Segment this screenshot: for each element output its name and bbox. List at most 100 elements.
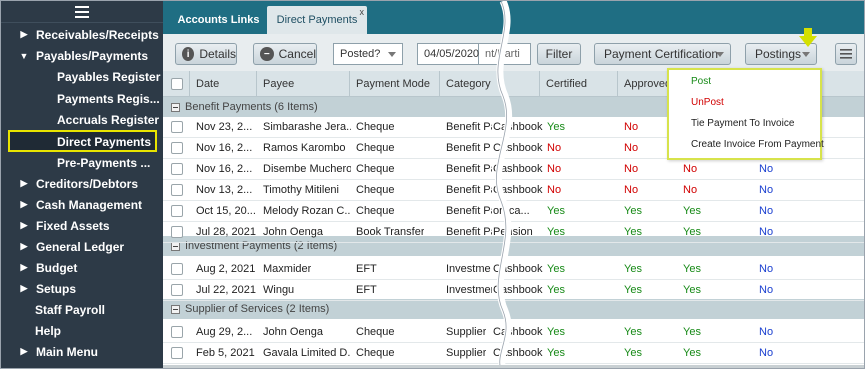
select-all-checkbox[interactable]	[171, 78, 183, 90]
collapse-icon[interactable]	[171, 102, 180, 112]
sidebar-item-accruals-register[interactable]: Accruals Register	[1, 109, 159, 130]
cell-date: Oct 15, 20...	[196, 205, 256, 217]
posted-select[interactable]: Posted?	[333, 43, 403, 65]
row-checkbox[interactable]	[171, 326, 183, 338]
filter-button[interactable]: Filter	[537, 43, 581, 65]
cell-status-4: No	[759, 284, 774, 296]
cell-approved: Yes	[624, 284, 642, 296]
tab-direct-payments[interactable]: Direct Payments x	[267, 6, 367, 34]
cell-payment-mode: Book Transfer	[356, 226, 425, 238]
row-checkbox[interactable]	[171, 163, 183, 175]
cell-certified: Yes	[547, 121, 565, 133]
minus-circle-icon: −	[260, 47, 274, 61]
payment-certification-label: Payment Certification	[604, 47, 719, 61]
cell-status-3: Yes	[683, 326, 701, 338]
column-header-payment-mode[interactable]: Payment Mode	[349, 71, 439, 97]
column-header-payee[interactable]: Payee	[256, 71, 349, 97]
cell-certified: Yes	[547, 205, 565, 217]
sidebar-item-payments-register[interactable]: Payments Regis...	[1, 88, 160, 109]
cell-status-3: Yes	[683, 205, 701, 217]
column-header-certified[interactable]: Certified	[539, 71, 617, 97]
cell-status-3: Yes	[683, 347, 701, 359]
sidebar-item-label: Cash Management	[36, 197, 143, 212]
caret-right-icon: ▶	[20, 241, 28, 251]
cell-date: Nov 13, 2...	[196, 184, 253, 196]
sidebar-item-receivables[interactable]: ▶ Receivables/Receipts	[1, 24, 159, 45]
row-checkbox[interactable]	[171, 284, 183, 296]
cell-date: Nov 23, 2...	[196, 121, 253, 133]
sidebar-item-budget[interactable]: ▶ Budget	[1, 257, 78, 278]
cell-certified: Yes	[547, 347, 565, 359]
cell-approved: Yes	[624, 226, 642, 238]
sidebar-item-cash-management[interactable]: ▶ Cash Management	[1, 194, 143, 215]
chevron-down-icon	[802, 52, 810, 57]
filter-label: Filter	[545, 47, 573, 61]
column-header-date[interactable]: Date	[189, 71, 256, 97]
sidebar-item-label: Help	[35, 323, 62, 338]
row-checkbox[interactable]	[171, 142, 183, 154]
sidebar-item-payables[interactable]: ▼ Payables/Payments	[1, 45, 149, 66]
tab-label: Accounts Links	[177, 14, 260, 26]
payment-certification-button[interactable]: Payment Certification	[594, 43, 731, 65]
cell-payment-mode: Cheque	[356, 121, 395, 133]
sidebar-item-creditors[interactable]: ▶ Creditors/Debtors	[1, 173, 139, 194]
postings-label: Postings	[755, 47, 802, 61]
hamburger-menu-button[interactable]	[1, 1, 163, 23]
cell-approved: Yes	[624, 347, 642, 359]
cell-approved: Yes	[624, 263, 642, 275]
menu-item-post[interactable]: Post	[691, 76, 711, 87]
row-checkbox[interactable]	[171, 121, 183, 133]
column-menu-button[interactable]	[835, 43, 857, 65]
sidebar: ▶ Receivables/Receipts ▼ Payables/Paymen…	[1, 1, 163, 368]
date-input[interactable]: 04/05/2020	[417, 43, 479, 65]
sidebar-item-fixed-assets[interactable]: ▶ Fixed Assets	[1, 215, 110, 236]
menu-item-create-invoice[interactable]: Create Invoice From Payment	[691, 139, 824, 150]
cell-payee: Disembe Muchero	[263, 163, 351, 175]
cell-payment-mode: Cheque	[356, 205, 395, 217]
collapse-icon[interactable]	[171, 304, 180, 314]
menu-item-unpost[interactable]: UnPost	[691, 97, 724, 108]
horizontal-scrollbar[interactable]	[163, 365, 864, 368]
sidebar-item-pre-payments[interactable]: Pre-Payments ...	[1, 152, 150, 173]
cell-status-3: No	[683, 184, 698, 196]
cell-payee: John Oenga	[263, 326, 323, 338]
menu-item-tie-payment[interactable]: Tie Payment To Invoice	[691, 118, 794, 129]
sidebar-item-general-ledger[interactable]: ▶ General Ledger	[1, 236, 125, 257]
select-all-checkbox-cell[interactable]	[163, 71, 189, 97]
close-icon[interactable]: x	[360, 7, 365, 17]
cell-approved: No	[624, 121, 639, 133]
sidebar-item-label: General Ledger	[36, 239, 125, 254]
row-checkbox[interactable]	[171, 205, 183, 217]
cell-certified: No	[547, 184, 562, 196]
sidebar-item-payables-register[interactable]: Payables Register	[1, 66, 160, 87]
cancel-button[interactable]: − Cancel	[253, 43, 317, 65]
sidebar-item-setups[interactable]: ▶ Setups	[1, 278, 76, 299]
sidebar-item-label: Creditors/Debtors	[36, 176, 139, 191]
caret-right-icon: ▶	[20, 283, 28, 293]
row-checkbox[interactable]	[171, 347, 183, 359]
cell-payee: Timothy Mitileni	[263, 184, 339, 196]
sidebar-item-main-menu[interactable]: ▶ Main Menu	[1, 341, 98, 362]
caret-right-icon: ▶	[20, 220, 28, 230]
caret-right-icon: ▶	[20, 262, 28, 272]
row-checkbox[interactable]	[171, 263, 183, 275]
row-checkbox[interactable]	[171, 226, 183, 238]
cell-payment-mode: EFT	[356, 263, 377, 275]
sidebar-item-direct-payments[interactable]: Direct Payments	[1, 131, 151, 152]
caret-right-icon: ▶	[20, 178, 28, 188]
main-panel: Accounts Links Direct Payments x i Detai…	[163, 1, 864, 368]
cell-approved: No	[624, 184, 639, 196]
caret-right-icon: ▶	[20, 346, 28, 356]
tab-accounts-links[interactable]: Accounts Links	[171, 6, 266, 34]
row-checkbox[interactable]	[171, 184, 183, 196]
cell-status-4: No	[759, 184, 774, 196]
details-button[interactable]: i Details	[175, 43, 237, 65]
cell-status-4: No	[759, 226, 774, 238]
sidebar-item-staff-payroll[interactable]: Staff Payroll	[1, 299, 105, 320]
torn-edge-divider	[495, 1, 513, 368]
cell-date: Aug 2, 2021	[196, 263, 256, 275]
hamburger-icon	[75, 5, 89, 18]
sidebar-item-help[interactable]: Help	[1, 320, 61, 341]
cell-approved: Yes	[624, 205, 642, 217]
app-window: ▶ Receivables/Receipts ▼ Payables/Paymen…	[0, 0, 865, 369]
